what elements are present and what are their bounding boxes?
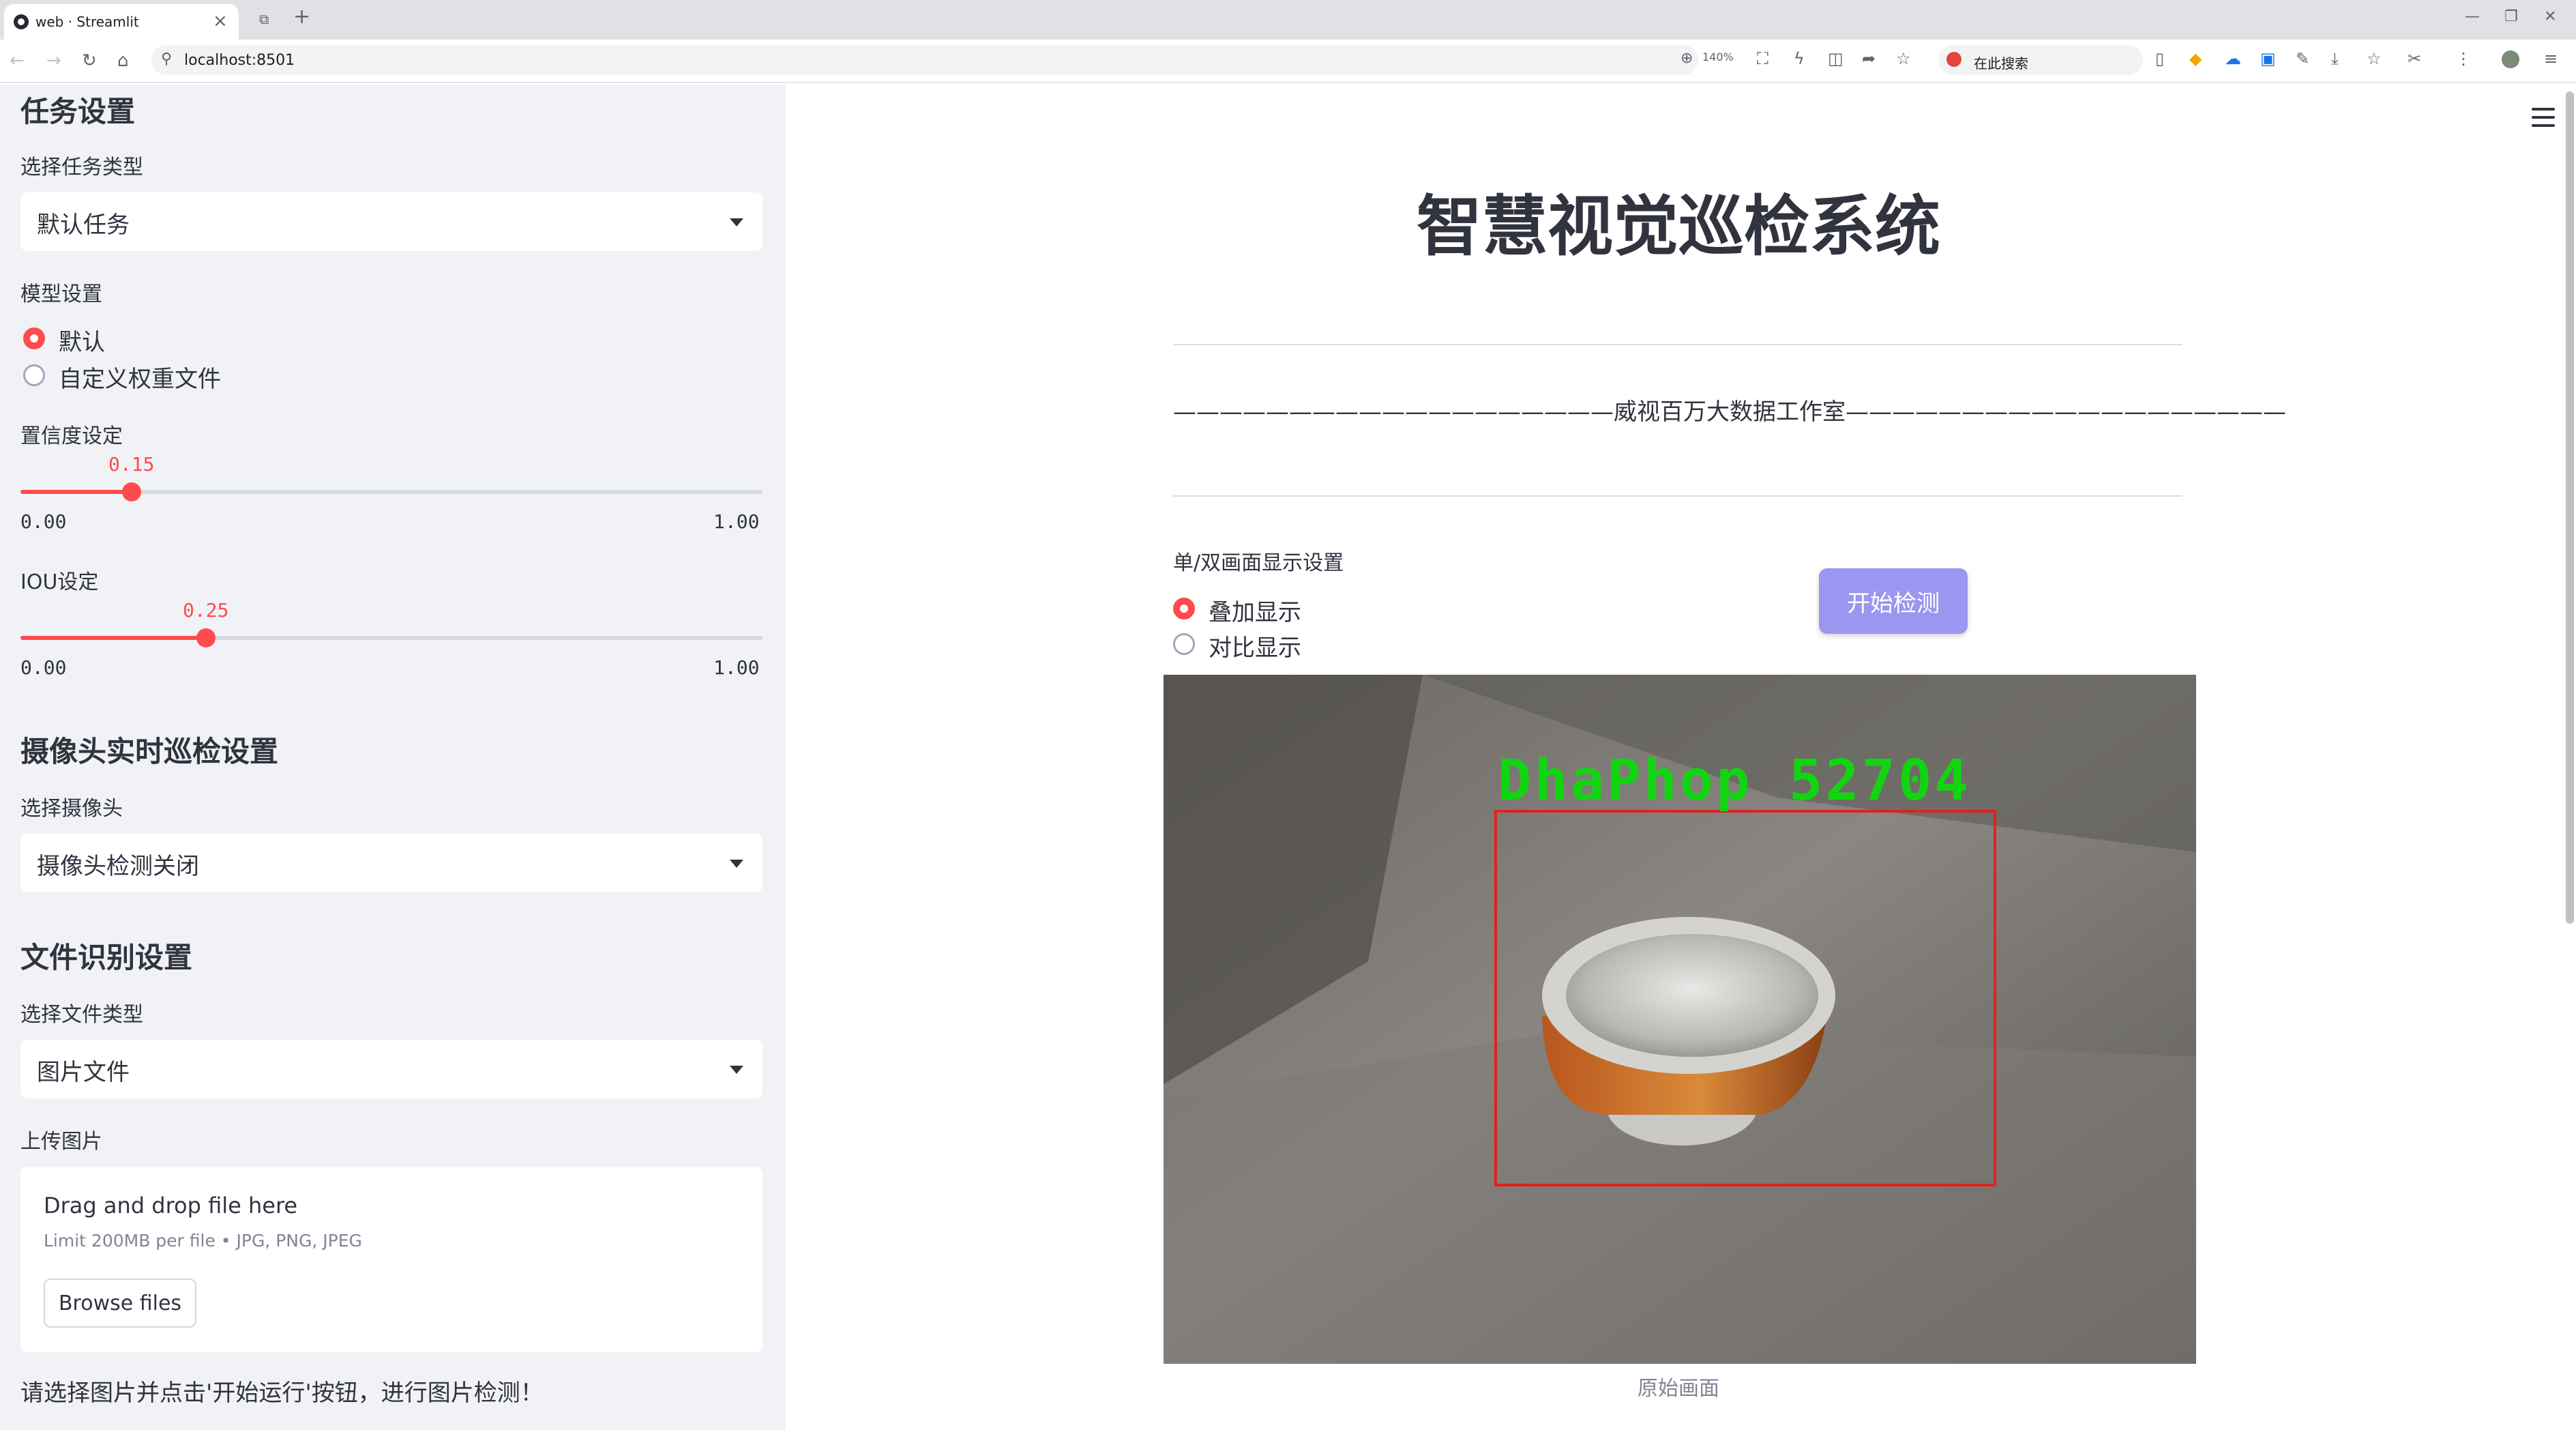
divider-top [1173, 344, 2182, 345]
dropzone-limit: Limit 200MB per file • JPG, PNG, JPEG [44, 1231, 362, 1251]
extension-cloud-icon[interactable]: ☁ [2225, 49, 2241, 68]
phone-icon[interactable]: ▯ [2155, 49, 2164, 68]
model-default-radio[interactable] [23, 327, 45, 349]
window-close-icon[interactable]: ✕ [2544, 8, 2556, 25]
file-type-select[interactable]: 图片文件 [20, 1040, 763, 1098]
address-bar[interactable]: ⚲ localhost:8501 [151, 45, 1698, 75]
more-tools-icon[interactable]: ⋮ [2455, 49, 2472, 68]
tab-actions-icon[interactable]: ⧉ [259, 11, 269, 27]
translate-icon[interactable]: ⛶ [1757, 49, 1768, 68]
download-icon[interactable]: ⤓ [2331, 49, 2339, 68]
forward-icon[interactable]: → [46, 49, 61, 72]
reload-icon[interactable]: ↻ [82, 49, 97, 72]
confidence-slider-fill [20, 490, 132, 494]
dropzone-instructions: Drag and drop file here [44, 1193, 298, 1219]
confidence-max: 1.00 [713, 510, 760, 533]
compare-display-label[interactable]: 对比显示 [1209, 629, 1301, 662]
camera-settings-heading: 摄像头实时巡检设置 [20, 735, 279, 768]
file-type-label: 选择文件类型 [20, 1003, 143, 1027]
confidence-label: 置信度设定 [20, 424, 123, 448]
close-tab-icon[interactable]: × [213, 11, 228, 31]
share-icon[interactable]: ➦ [1862, 49, 1876, 68]
camera-select-value: 摄像头检测关闭 [37, 853, 199, 880]
extension-gem-icon[interactable]: ◆ [2189, 49, 2202, 68]
search-engine-icon[interactable] [1946, 52, 1961, 67]
upload-label: 上传图片 [20, 1130, 102, 1154]
zoom-icon[interactable]: ⊕ [1681, 49, 1693, 68]
confidence-value: 0.15 [108, 453, 155, 476]
lightning-icon[interactable]: ϟ [1794, 49, 1805, 68]
favorites-icon[interactable]: ☆ [2367, 49, 2382, 68]
back-icon[interactable]: ← [10, 49, 25, 72]
confidence-slider[interactable]: 0.15 [20, 453, 763, 501]
home-icon[interactable]: ⌂ [117, 49, 129, 72]
camera-select-label: 选择摄像头 [20, 797, 123, 821]
tab-title: web · Streamlit [35, 14, 139, 30]
model-settings-label: 模型设置 [20, 282, 102, 306]
iou-label: IOU设定 [20, 570, 99, 594]
iou-max: 1.00 [713, 656, 760, 679]
zoom-level[interactable]: 140% [1702, 50, 1734, 63]
iou-slider[interactable]: 0.25 [20, 599, 763, 647]
detection-label: DhaPhop 52704 [1498, 748, 1971, 813]
bookmark-star-icon[interactable]: ☆ [1896, 49, 1911, 68]
browser-search-box[interactable]: 在此搜索 [1938, 45, 2143, 75]
camera-select[interactable]: 摄像头检测关闭 [20, 834, 763, 892]
divider-bottom [1173, 495, 2182, 497]
address-url: localhost:8501 [184, 52, 295, 69]
start-detection-button[interactable]: 开始检测 [1819, 568, 1968, 634]
confidence-slider-thumb[interactable] [122, 482, 141, 501]
minimize-icon[interactable]: — [2465, 8, 2480, 25]
iou-value: 0.25 [183, 599, 229, 622]
compare-display-radio[interactable] [1173, 633, 1195, 655]
site-info-icon[interactable]: ⚲ [161, 50, 172, 68]
task-type-label: 选择任务类型 [20, 156, 143, 179]
file-settings-heading: 文件识别设置 [20, 941, 193, 974]
iou-min: 0.00 [20, 656, 67, 679]
studio-subtitle: ———————————————————威视百万大数据工作室———————————… [1173, 398, 2286, 426]
browser-tab-bar: web · Streamlit × ⧉ + — ❐ ✕ [0, 0, 2576, 40]
chevron-down-icon [730, 218, 743, 227]
chevron-down-icon [730, 860, 743, 868]
extension-translate-icon[interactable]: ▣ [2260, 49, 2276, 68]
main-content: 智慧视觉巡检系统 ———————————————————威视百万大数据工作室——… [786, 85, 2576, 1430]
scissors-icon[interactable]: ✂ [2408, 49, 2421, 68]
browse-files-button[interactable]: Browse files [44, 1279, 196, 1328]
overlay-display-radio[interactable] [1173, 598, 1195, 619]
page-title: 智慧视觉巡检系统 [1417, 188, 1940, 265]
detection-image: DhaPhop 52704 [1164, 675, 2196, 1364]
confidence-min: 0.00 [20, 510, 67, 533]
display-mode-label: 单/双画面显示设置 [1173, 551, 1344, 575]
image-caption: 原始画面 [1638, 1377, 1719, 1401]
model-custom-radio[interactable] [23, 364, 45, 386]
task-type-select[interactable]: 默认任务 [20, 192, 763, 251]
iou-slider-fill [20, 636, 206, 640]
iou-slider-thumb[interactable] [196, 628, 216, 647]
upload-hint: 请选择图片并点击'开始运行'按钮，进行图片检测！ [20, 1380, 544, 1407]
file-type-value: 图片文件 [37, 1059, 130, 1086]
file-dropzone[interactable]: Drag and drop file here Limit 200MB per … [20, 1167, 763, 1352]
browser-tab[interactable]: web · Streamlit × [4, 4, 239, 40]
browser-menu-icon[interactable]: ≡ [2544, 49, 2558, 68]
model-default-label[interactable]: 默认 [59, 323, 105, 357]
task-type-value: 默认任务 [37, 211, 130, 239]
main-menu-icon[interactable] [2532, 108, 2555, 127]
task-settings-heading: 任务设置 [20, 95, 136, 128]
screenshot-icon[interactable]: ◫ [1828, 49, 1844, 68]
model-custom-label[interactable]: 自定义权重文件 [59, 360, 221, 394]
profile-avatar-icon[interactable] [2502, 50, 2519, 68]
overlay-display-label[interactable]: 叠加显示 [1209, 594, 1301, 627]
search-placeholder: 在此搜索 [1974, 55, 2028, 72]
chevron-down-icon [730, 1066, 743, 1074]
extension-pen-icon[interactable]: ✎ [2296, 49, 2309, 68]
new-tab-icon[interactable]: + [293, 7, 310, 27]
restore-icon[interactable]: ❐ [2504, 8, 2518, 25]
sidebar: 任务设置 选择任务类型 默认任务 模型设置 默认 自定义权重文件 置信度设定 0… [0, 85, 786, 1430]
streamlit-favicon-icon [14, 14, 29, 29]
